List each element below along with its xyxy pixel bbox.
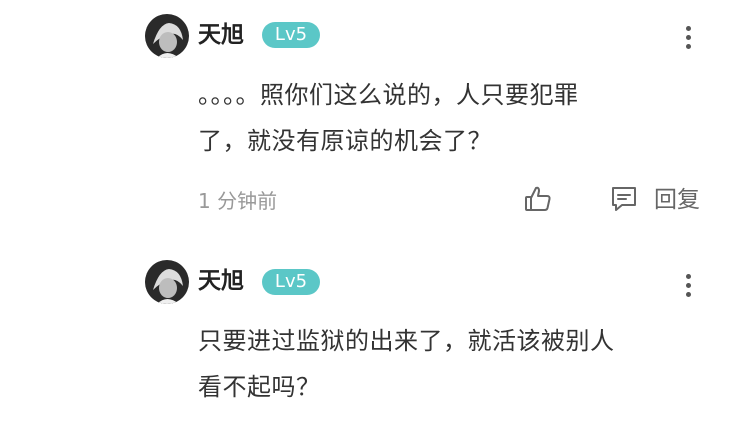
comment-content: 只要进过监狱的出来了，就活该被别人 看不起吗？ xyxy=(198,327,615,401)
username[interactable]: 天旭 xyxy=(198,266,244,296)
thumbs-up-icon[interactable] xyxy=(523,184,553,214)
comment-list: 天旭 Lv5 。。。。照你们这么说的，人只要犯罪 了，就没有原谅的机会了？ 1 … xyxy=(0,0,750,426)
more-vertical-icon[interactable] xyxy=(678,26,698,54)
username[interactable]: 天旭 xyxy=(198,20,244,50)
avatar[interactable] xyxy=(145,14,189,58)
more-vertical-icon[interactable] xyxy=(678,274,698,302)
comment-icon[interactable] xyxy=(609,184,639,214)
comment-content: 。。。。照你们这么说的，人只要犯罪 了，就没有原谅的机会了？ xyxy=(198,81,579,155)
comment-time: 1 分钟前 xyxy=(198,189,278,213)
reply-button[interactable]: 回复 xyxy=(654,185,700,215)
avatar[interactable] xyxy=(145,260,189,304)
level-badge: Lv5 xyxy=(262,22,320,48)
level-badge: Lv5 xyxy=(262,269,320,295)
